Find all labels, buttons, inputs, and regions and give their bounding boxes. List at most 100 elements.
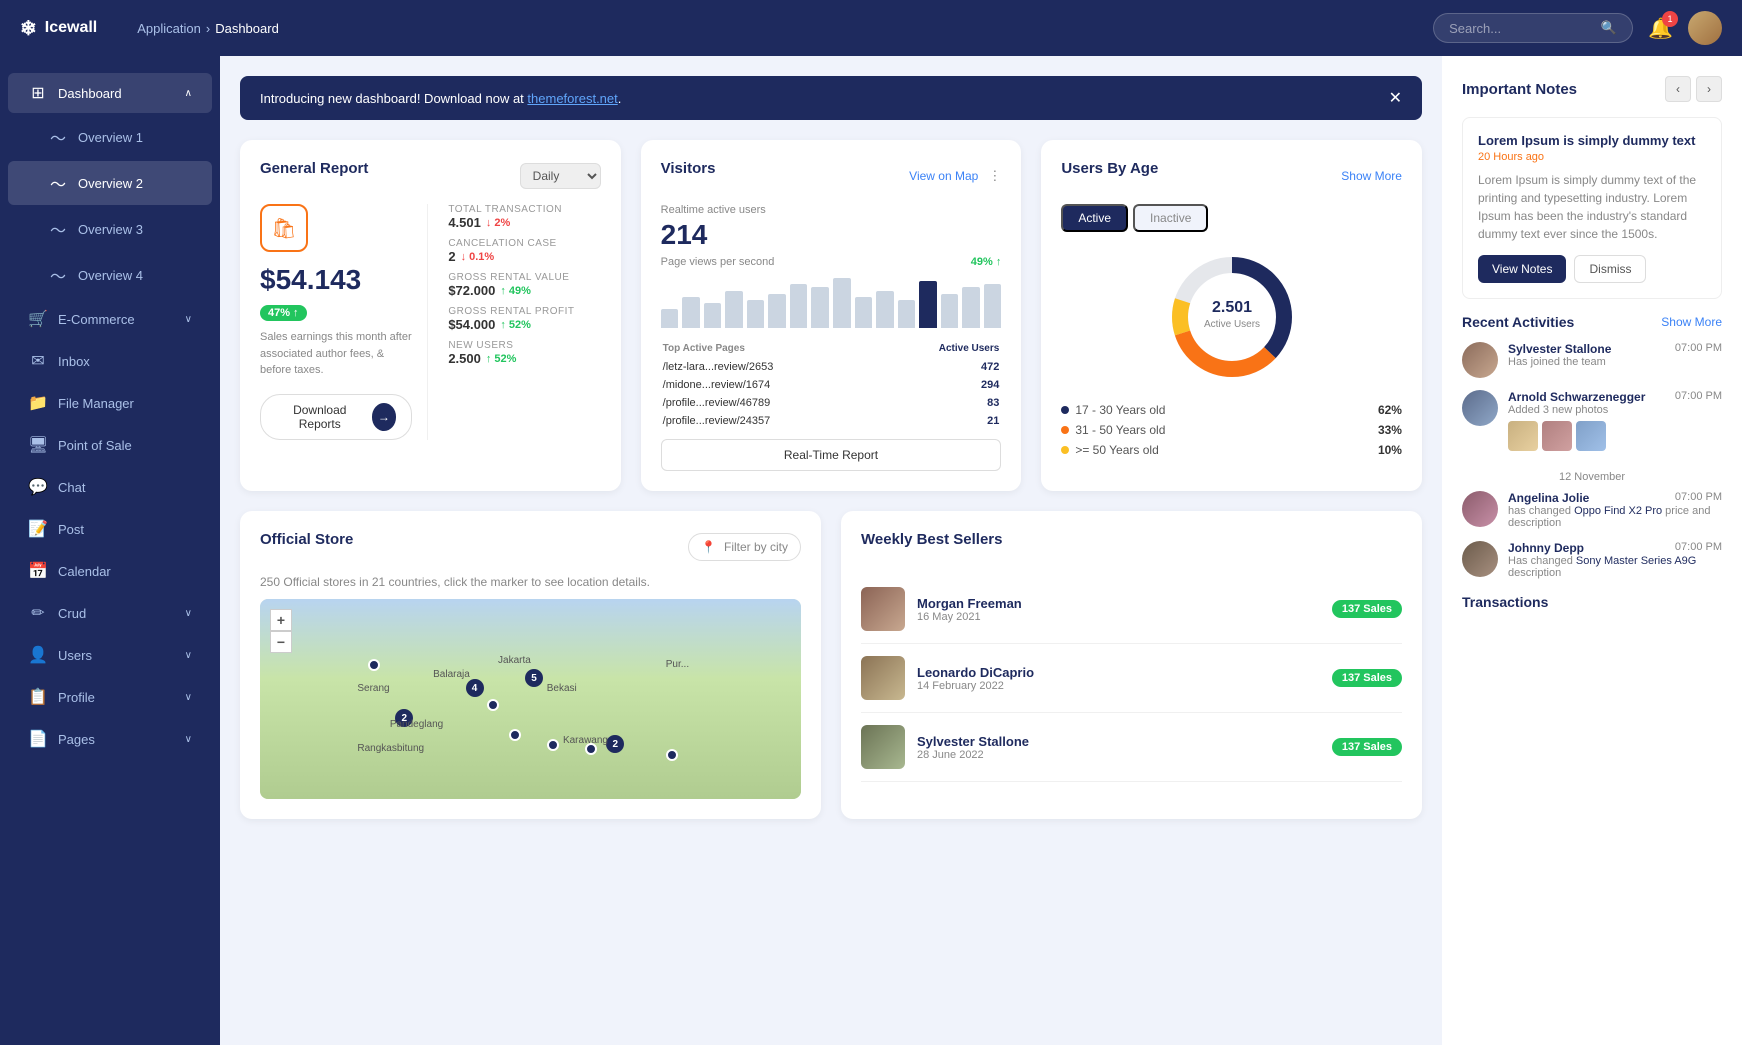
- sidebar-item-overview3[interactable]: 〜 Overview 3: [8, 207, 212, 251]
- map-pin-dot-6[interactable]: [666, 749, 678, 761]
- sidebar-item-users[interactable]: 👤 Users ∨: [8, 635, 212, 675]
- download-reports-button[interactable]: Download Reports →: [260, 394, 412, 440]
- important-notes-title: Important Notes: [1462, 81, 1577, 98]
- map-zoom-in-button[interactable]: +: [270, 609, 292, 631]
- logo[interactable]: ❄ Icewall: [20, 16, 97, 41]
- sidebar-item-crud[interactable]: ✏ Crud ∨: [8, 593, 212, 633]
- bar-7: [811, 287, 829, 328]
- filter-by-city-input[interactable]: 📍 Filter by city: [688, 533, 801, 561]
- stat-gross-rental-profit: GROSS RENTAL PROFIT $54.000 ↑ 52%: [448, 306, 600, 332]
- donut-chart: 2.501 Active Users: [1162, 247, 1302, 390]
- map-zoom-out-button[interactable]: −: [270, 631, 292, 653]
- report-percent: 47%: [268, 307, 290, 319]
- note-actions: View Notes Dismiss: [1478, 255, 1706, 283]
- page-users-2: 83: [881, 395, 999, 411]
- sidebar-item-profile[interactable]: 📋 Profile ∨: [8, 677, 212, 717]
- age-show-more-link[interactable]: Show More: [1341, 169, 1402, 183]
- general-report-title: General Report: [260, 160, 368, 177]
- sidebar: ⊞ Dashboard ∧ 〜 Overview 1 〜 Overview 2 …: [0, 56, 220, 1045]
- map-background: + − 2 4 5 2: [260, 599, 801, 799]
- sidebar-item-point-of-sale[interactable]: 🖥 Point of Sale: [8, 425, 212, 465]
- map-pin-4[interactable]: 2: [606, 735, 624, 753]
- svg-text:2.501: 2.501: [1212, 299, 1252, 316]
- overview1-icon: 〜: [48, 125, 68, 149]
- sidebar-item-chat[interactable]: 💬 Chat: [8, 467, 212, 507]
- logo-text: Icewall: [45, 19, 97, 37]
- note-text: Lorem Ipsum is simply dummy text of the …: [1478, 171, 1706, 243]
- page-users-1: 294: [881, 377, 999, 393]
- banner-link[interactable]: themeforest.net: [527, 91, 617, 106]
- visitors-header: Visitors View on Map ⋮: [661, 160, 1002, 192]
- view-on-map-link[interactable]: View on Map: [909, 169, 978, 183]
- map-pin-dot-2[interactable]: [487, 699, 499, 711]
- age-tab-inactive[interactable]: Inactive: [1133, 204, 1208, 232]
- visitor-bar-chart: [661, 278, 1002, 328]
- sidebar-item-calendar[interactable]: 📅 Calendar: [8, 551, 212, 591]
- leonardo-date: 14 February 2022: [917, 680, 1320, 692]
- sidebar-label-point-of-sale: Point of Sale: [58, 438, 192, 453]
- legend-dot-1730: [1061, 406, 1069, 414]
- page-url-3: /profile...review/24357: [663, 413, 879, 429]
- sylvester-activity-time: 07:00 PM: [1675, 342, 1722, 354]
- angelina-activity-desc: has changed Oppo Find X2 Pro price and d…: [1508, 505, 1722, 529]
- user-avatar[interactable]: [1688, 11, 1722, 45]
- age-tab-active[interactable]: Active: [1061, 204, 1128, 232]
- cancelation-trend-icon: ↓ 0.1%: [461, 251, 495, 263]
- sidebar-item-ecommerce[interactable]: 🛒 E-Commerce ∨: [8, 299, 212, 339]
- notification-bell[interactable]: 🔔 1: [1648, 16, 1673, 41]
- sidebar-item-file-manager[interactable]: 📁 File Manager: [8, 383, 212, 423]
- overview4-icon: 〜: [48, 263, 68, 287]
- pages-table-row-0: /letz-lara...review/2653 472: [663, 359, 1000, 375]
- sidebar-item-overview4[interactable]: 〜 Overview 4: [8, 253, 212, 297]
- stat-total-transaction: TOTAL TRANSACTION 4.501 ↓ 2%: [448, 204, 600, 230]
- notification-badge: 1: [1662, 11, 1678, 27]
- notes-next-button[interactable]: ›: [1696, 76, 1722, 102]
- view-notes-button[interactable]: View Notes: [1478, 255, 1566, 283]
- sidebar-label-ecommerce: E-Commerce: [58, 312, 175, 327]
- search-input[interactable]: [1449, 21, 1593, 36]
- general-report-filter[interactable]: Daily Weekly Monthly: [520, 163, 601, 189]
- map-pin-2[interactable]: 4: [466, 679, 484, 697]
- gross-rental-profit-trend-icon: ↑ 52%: [500, 319, 531, 331]
- activity-item-johnny: Johnny Depp 07:00 PM Has changed Sony Ma…: [1462, 541, 1722, 579]
- map-pin-dot-3[interactable]: [509, 729, 521, 741]
- banner-close-button[interactable]: ✕: [1389, 88, 1402, 108]
- map-pin-3[interactable]: 5: [525, 669, 543, 687]
- profile-chevron-icon: ∨: [185, 692, 192, 703]
- overview3-icon: 〜: [48, 217, 68, 241]
- sidebar-label-dashboard: Dashboard: [58, 86, 175, 101]
- sylvester-sales-badge: 137 Sales: [1332, 738, 1402, 756]
- sidebar-label-chat: Chat: [58, 480, 192, 495]
- location-icon: 📍: [701, 540, 716, 554]
- visitors-menu-icon[interactable]: ⋮: [988, 168, 1001, 184]
- dismiss-button[interactable]: Dismiss: [1574, 255, 1646, 283]
- donut-svg: 2.501 Active Users: [1162, 247, 1302, 387]
- search-box[interactable]: 🔍: [1433, 13, 1633, 43]
- sidebar-item-post[interactable]: 📝 Post: [8, 509, 212, 549]
- sidebar-item-pages[interactable]: 📄 Pages ∨: [8, 719, 212, 759]
- map-pin-dot-4[interactable]: [547, 739, 559, 751]
- seller-item-leonardo: Leonardo DiCaprio 14 February 2022 137 S…: [861, 644, 1402, 713]
- users-icon: 👤: [28, 645, 48, 665]
- sidebar-item-dashboard[interactable]: ⊞ Dashboard ∧: [8, 73, 212, 113]
- calendar-icon: 📅: [28, 561, 48, 581]
- page-users-0: 472: [881, 359, 999, 375]
- bar-12: [919, 281, 937, 328]
- arnold-activity-time: 07:00 PM: [1675, 390, 1722, 402]
- activities-show-more[interactable]: Show More: [1661, 315, 1722, 329]
- cards-row: General Report Daily Weekly Monthly 🛍 $5…: [240, 140, 1422, 491]
- seller-item-sylvester: Sylvester Stallone 28 June 2022 137 Sale…: [861, 713, 1402, 782]
- notes-prev-button[interactable]: ‹: [1665, 76, 1691, 102]
- realtime-report-button[interactable]: Real-Time Report: [661, 439, 1002, 471]
- sidebar-item-overview2[interactable]: 〜 Overview 2: [8, 161, 212, 205]
- morgan-name: Morgan Freeman: [917, 596, 1320, 611]
- age-card-title: Users By Age: [1061, 160, 1158, 177]
- page-url-1: /midone...review/1674: [663, 377, 879, 393]
- visitors-card: Visitors View on Map ⋮ Realtime active u…: [641, 140, 1022, 491]
- dashboard-chevron-icon: ∧: [185, 88, 192, 99]
- sidebar-item-overview1[interactable]: 〜 Overview 1: [8, 115, 212, 159]
- arnold-photo-1: [1508, 421, 1538, 451]
- map-pin-dot-1[interactable]: [368, 659, 380, 671]
- age-legend-item-3150: 31 - 50 Years old 33%: [1061, 420, 1402, 440]
- sidebar-item-inbox[interactable]: ✉ Inbox: [8, 341, 212, 381]
